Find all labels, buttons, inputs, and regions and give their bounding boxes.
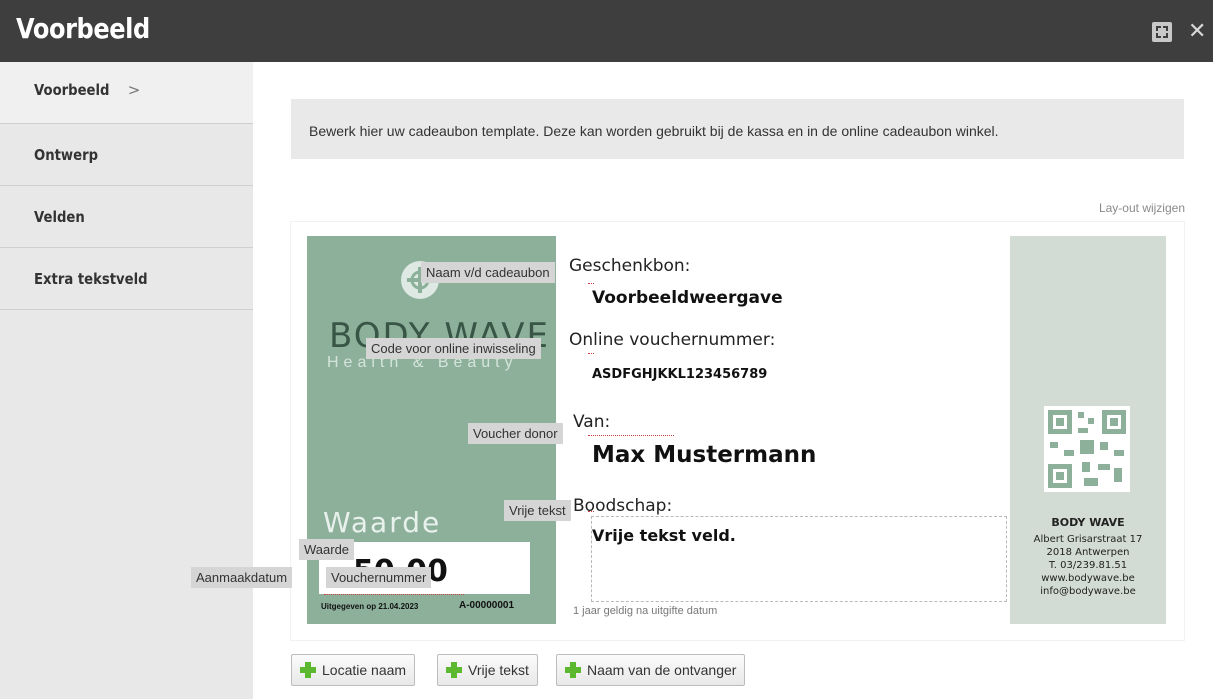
sidebar-item-label: Voorbeeld <box>34 81 110 99</box>
voucher-number: A-00000001 <box>459 600 515 611</box>
validity-note: 1 jaar geldig na uitgifte datum <box>573 605 718 617</box>
from-value: Max Mustermann <box>592 442 817 468</box>
sidebar: Voorbeeld > Ontwerp Velden Extra tekstvel… <box>0 62 253 699</box>
company-name: BODY WAVE <box>1051 516 1125 529</box>
message-label: Boodschap: <box>573 496 673 516</box>
add-location-name-button[interactable]: Locatie naam <box>291 654 416 686</box>
company-website: www.bodywave.be <box>1041 573 1135 584</box>
chevron-right-icon: > <box>127 81 141 99</box>
field-tag-value[interactable]: Waarde <box>299 539 355 560</box>
online-voucher-value: ASDFGHJKKL123456789 <box>592 367 768 382</box>
field-marker <box>588 511 594 512</box>
value-label: Waarde <box>323 506 442 539</box>
gift-label: Geschenkbon: <box>569 256 691 276</box>
plus-icon <box>300 662 316 678</box>
field-tag-donor[interactable]: Voucher donor <box>468 423 563 444</box>
expand-icon[interactable] <box>1152 22 1172 42</box>
field-tag-free-text[interactable]: Vrije tekst <box>504 500 571 521</box>
from-label: Van: <box>573 412 611 432</box>
window-title: Voorbeeld <box>16 12 150 45</box>
field-marker <box>588 283 594 284</box>
company-city: 2018 Antwerpen <box>1046 547 1130 558</box>
sidebar-item-extra-tekstveld[interactable]: Extra tekstveld <box>0 248 253 310</box>
field-tag-code[interactable]: Code voor online inwisseling <box>366 338 541 359</box>
sidebar-item-label: Ontwerp <box>34 146 99 164</box>
title-bar: Voorbeeld ✕ <box>0 0 1213 62</box>
info-message: Bewerk hier uw cadeaubon template. Deze … <box>291 99 1184 159</box>
field-marker <box>324 594 464 595</box>
issued-date: Uitgegeven op 21.04.2023 <box>321 602 419 611</box>
field-tag-number[interactable]: Vouchernummer <box>326 567 432 588</box>
layout-change-link[interactable]: Lay-out wijzigen <box>1099 201 1185 215</box>
main-content: Bewerk hier uw cadeaubon template. Deze … <box>253 62 1213 699</box>
voucher-right-panel: BODY WAVE Albert Grisarstraat 17 2018 An… <box>1010 236 1166 624</box>
sidebar-item-velden[interactable]: Velden <box>0 186 253 248</box>
plus-icon <box>446 662 462 678</box>
qr-code-icon <box>1044 406 1130 492</box>
message-value: Vrije tekst veld. <box>592 526 736 545</box>
online-voucher-label: Online vouchernummer: <box>569 330 776 350</box>
field-tag-created[interactable]: Aanmaakdatum <box>191 567 293 588</box>
sidebar-item-voorbeeld[interactable]: Voorbeeld > <box>0 62 253 124</box>
button-label: Naam van de ontvanger <box>587 662 737 678</box>
button-label: Locatie naam <box>322 662 407 678</box>
company-phone: T. 03/239.81.51 <box>1048 560 1128 571</box>
company-email: info@bodywave.be <box>1040 586 1136 597</box>
field-marker <box>588 435 674 436</box>
button-label: Vrije tekst <box>468 662 529 678</box>
sidebar-item-label: Velden <box>34 208 85 226</box>
gift-value: Voorbeeldweergave <box>592 288 783 308</box>
field-marker <box>588 353 594 354</box>
add-recipient-name-button[interactable]: Naam van de ontvanger <box>556 654 746 686</box>
sidebar-item-label: Extra tekstveld <box>34 270 148 288</box>
close-icon[interactable]: ✕ <box>1188 21 1208 43</box>
add-free-text-button[interactable]: Vrije tekst <box>437 654 538 686</box>
company-address: Albert Grisarstraat 17 <box>1033 534 1143 545</box>
sidebar-item-ontwerp[interactable]: Ontwerp <box>0 124 253 186</box>
field-tag-name[interactable]: Naam v/d cadeaubon <box>421 262 555 283</box>
plus-icon <box>565 662 581 678</box>
